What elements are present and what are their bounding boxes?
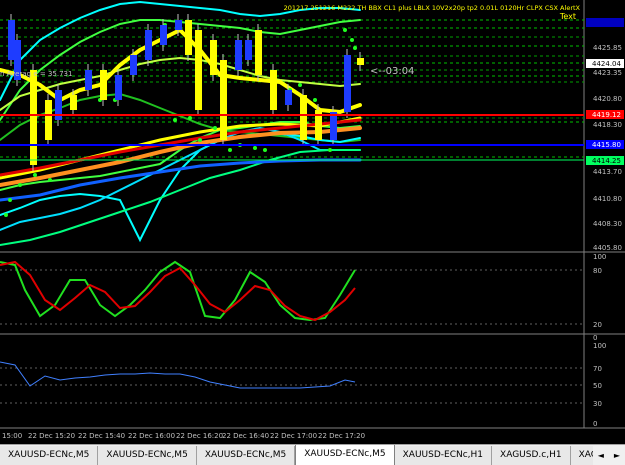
time-tick: 22 Dec 15:20 [28,432,75,440]
price-tick: 4413.70 [593,168,622,176]
parabolic-dot [48,178,52,182]
stochastic-panel[interactable] [0,253,584,333]
chart-tab[interactable]: XAGUSD.c,H1 [492,446,571,465]
candle-body [100,70,107,100]
parabolic-dot [350,38,354,42]
rsi-tick: 50 [593,382,602,390]
time-tick: 15:00 [2,432,22,440]
candle-body [160,25,167,45]
candle-body [115,75,122,100]
parabolic-dot [228,148,232,152]
time-tick: 22 Dec 16:00 [128,432,175,440]
parabolic-dot [18,183,22,187]
chart-area[interactable]: 201217 251216 M222 TH BBX CL1 plus LBLX … [0,0,625,444]
left-average-label: n Averag e = 35.731 [0,70,72,78]
current-price-text: 4424.04 [592,60,621,68]
parabolic-dot [253,146,257,150]
time-tick: 22 Dec 17:20 [318,432,365,440]
stoch-tick: 80 [593,267,602,275]
candle-body [245,40,252,60]
candle-body [130,55,137,75]
parabolic-dot [8,198,12,202]
rsi-panel[interactable] [0,335,584,427]
price-tick: 4420.80 [593,95,622,103]
stoch-tick: 20 [593,321,602,329]
candle-body [210,40,217,75]
blue-price-text: 4415.80 [592,141,621,149]
candle-body [195,30,202,110]
candle-body [85,70,92,90]
parabolic-dot [198,138,202,142]
time-tick: 22 Dec 16:40 [222,432,269,440]
candle-body [330,112,337,140]
time-tick: 22 Dec 16:20 [176,432,223,440]
candle-body [8,20,15,60]
candle-body [344,55,351,112]
chart-tab[interactable]: XAUUSD-ECNc,M5 [0,446,99,465]
candle-body [70,95,77,110]
top-price-tag [586,18,624,27]
price-tick: 4423.35 [593,69,622,77]
candle-body [175,20,182,30]
rsi-tick: 30 [593,400,602,408]
parabolic-dot [353,46,357,50]
rsi-tick: 70 [593,365,602,373]
countdown-label: <--03:04 [370,66,414,77]
indicator-label: 201217 251216 M222 TH BBX CL1 plus LBLX … [284,4,581,12]
candle-body [45,100,52,140]
chart-canvas[interactable]: 201217 251216 M222 TH BBX CL1 plus LBLX … [0,0,625,444]
parabolic-dot [4,213,8,217]
tab-scroll-nav: ◄ ► [592,445,625,465]
price-tick: 4418.30 [593,121,622,129]
candle-body [235,40,242,70]
text-label: Text [559,12,576,21]
candle-body [185,20,192,55]
rsi-tick: 100 [593,342,606,350]
chart-tab-active[interactable]: XAUUSD-ECNc,M5 [295,445,395,465]
chart-tab[interactable]: XAUUSD-ECNc,M5 [98,446,197,465]
parabolic-dot [343,28,347,32]
candle-body [357,58,364,65]
parabolic-dot [33,173,37,177]
green-price-text: 4414.25 [592,157,621,165]
chart-tab-bar: XAUUSD-ECNc,M5 XAUUSD-ECNc,M5 XAUUSD-ECN… [0,444,625,465]
candle-body [145,30,152,60]
red-price-text: 4419.12 [592,111,621,119]
stoch-tick: 100 [593,253,606,261]
candle-body [285,90,292,105]
price-tick: 4408.30 [593,220,622,228]
price-tick: 4425.85 [593,44,622,52]
candle-body [255,30,262,75]
rsi-tick: 0 [593,420,597,428]
stoch-tick: 0 [593,334,597,342]
candle-body [270,70,277,110]
time-tick: 22 Dec 15:40 [78,432,125,440]
candle-body [220,60,227,140]
parabolic-dot [188,116,192,120]
chart-tab[interactable]: XAUUSD-ECNc,M5 [196,446,296,465]
parabolic-dot [328,148,332,152]
tab-scroll-right-icon[interactable]: ► [609,451,625,460]
tab-scroll-left-icon[interactable]: ◄ [593,451,609,460]
parabolic-dot [213,126,217,130]
parabolic-dot [173,118,177,122]
price-tick: 4405.80 [593,244,622,252]
price-tick: 4410.80 [593,195,622,203]
chart-tab[interactable]: XAUUSD-ECNc,H1 [394,446,493,465]
parabolic-dot [313,98,317,102]
parabolic-dot [263,148,267,152]
parabolic-dot [298,83,302,87]
time-tick: 22 Dec 17:00 [270,432,317,440]
candle-body [30,70,37,165]
candle-body [300,95,307,140]
